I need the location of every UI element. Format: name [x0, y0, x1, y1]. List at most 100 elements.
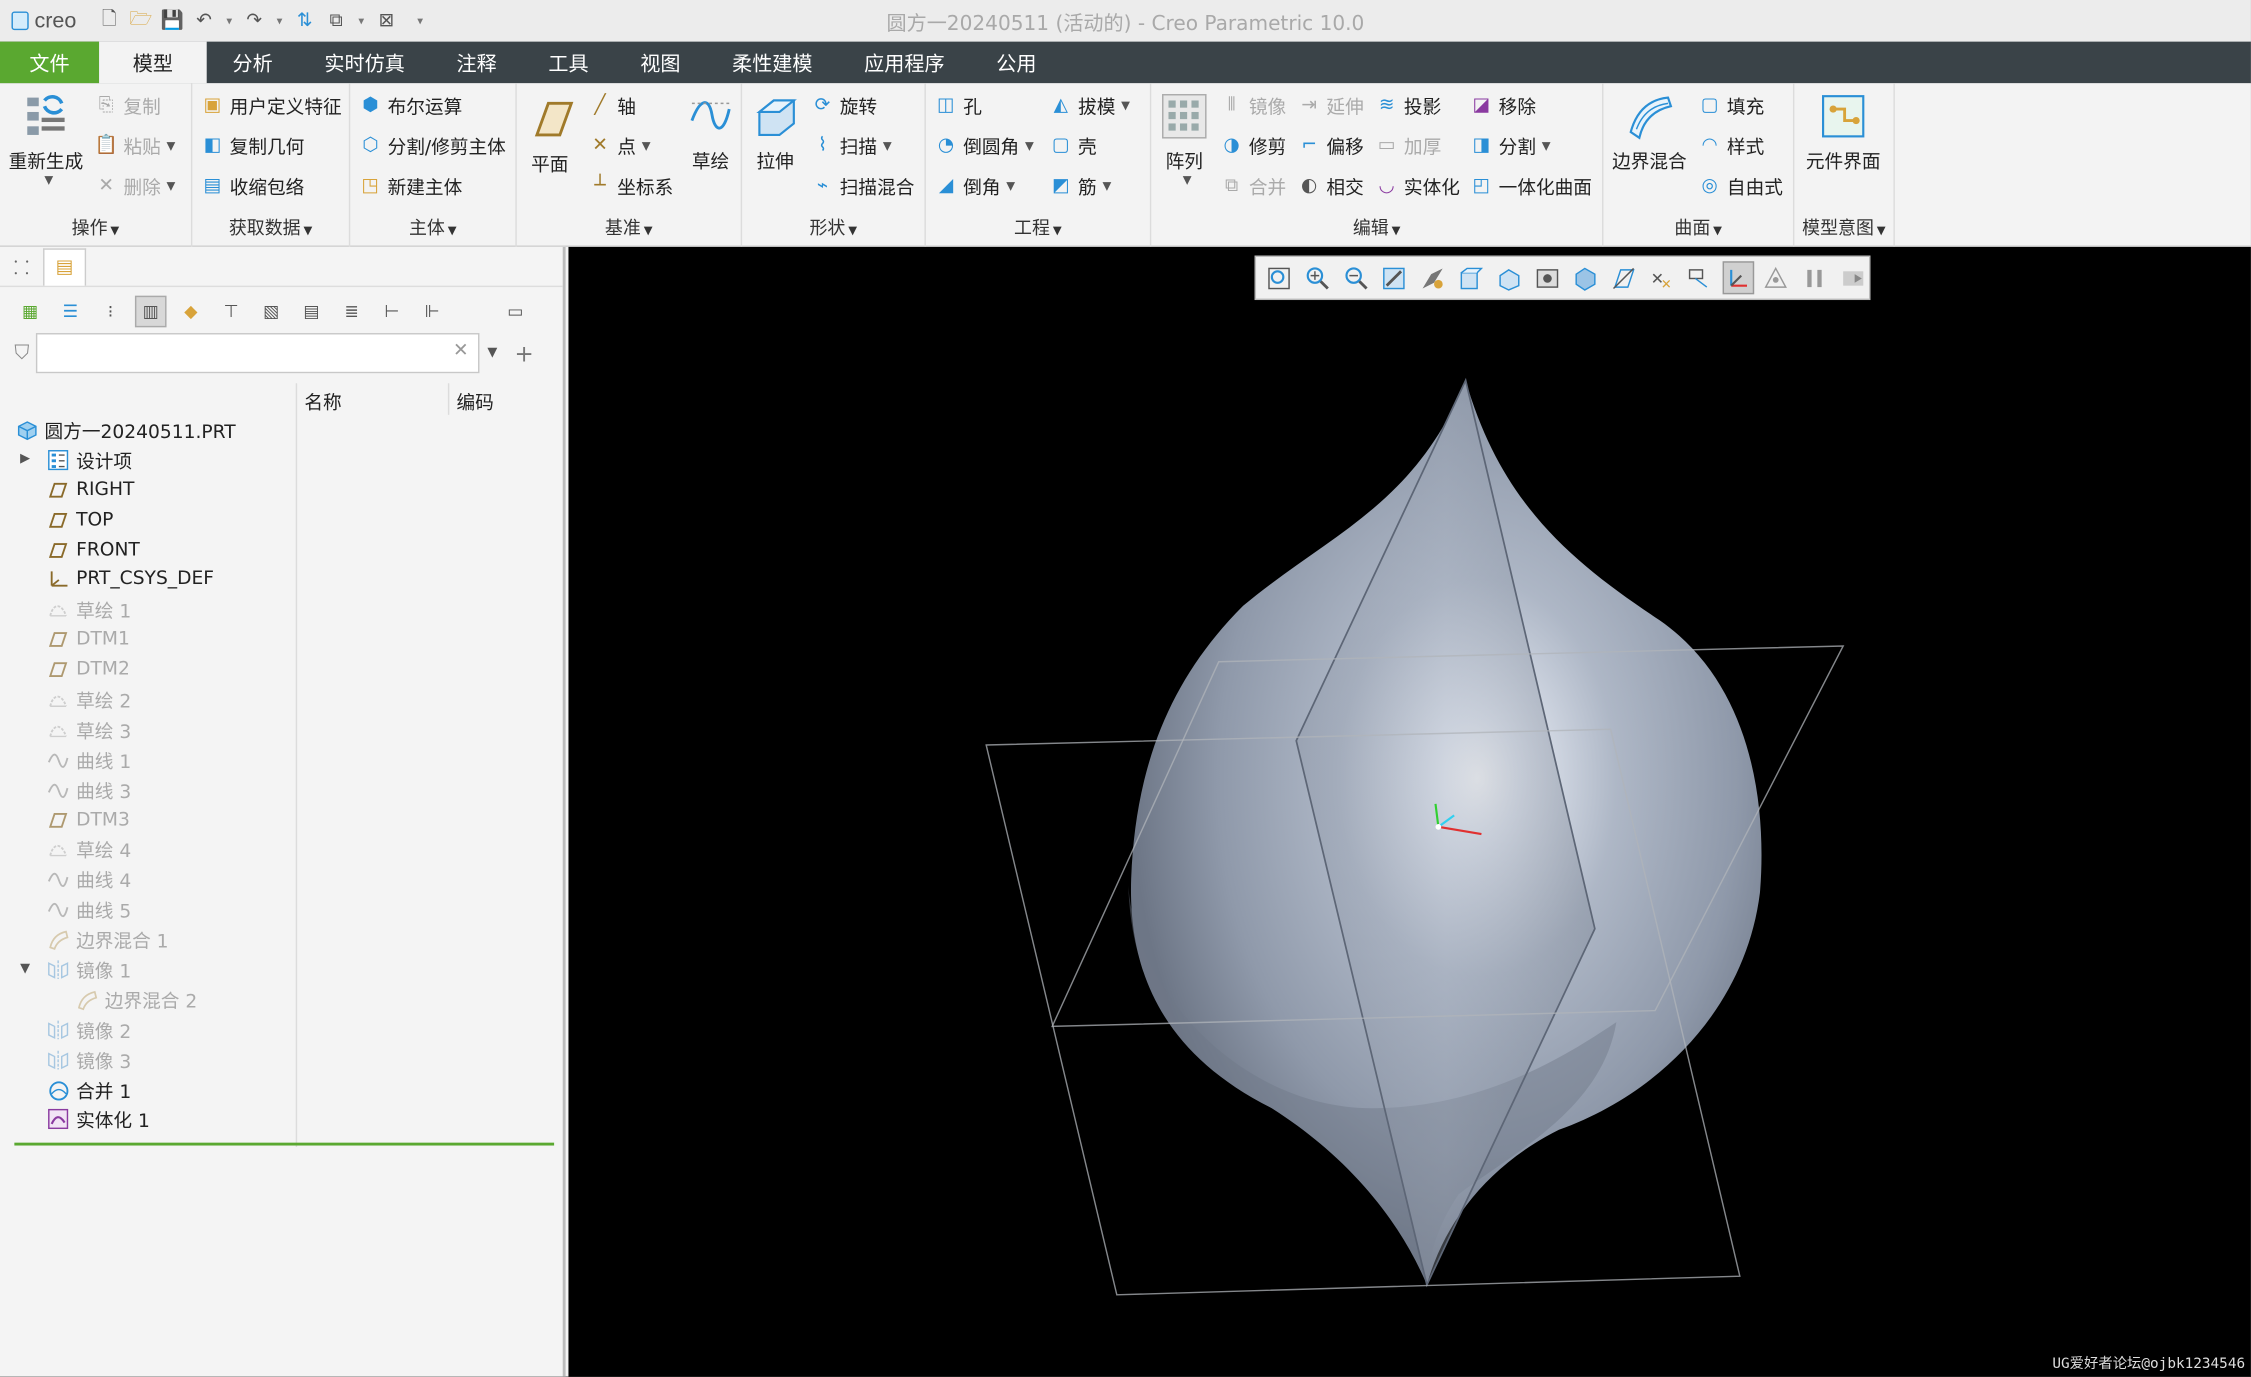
- datum-display-icon[interactable]: [1607, 261, 1639, 294]
- csys-button[interactable]: ┴ 坐标系: [589, 172, 673, 199]
- remove-button[interactable]: ◪ 移除: [1470, 92, 1536, 119]
- undo-dropdown-icon[interactable]: ▾: [223, 8, 236, 34]
- pattern-dropdown-icon[interactable]: ▼: [1183, 174, 1192, 187]
- layers-icon[interactable]: ≣: [336, 295, 368, 327]
- tree-item[interactable]: DTM3: [0, 805, 560, 835]
- saved-orientations-icon[interactable]: [1493, 261, 1525, 294]
- round-button[interactable]: ◔ 倒圆角 ▼: [935, 132, 1034, 159]
- insert-indicator[interactable]: [14, 1142, 555, 1146]
- group-editing-label[interactable]: 编辑 ▼: [1151, 212, 1602, 239]
- tab-annotate[interactable]: 注释: [431, 42, 523, 84]
- tab-flexible-modeling[interactable]: 柔性建模: [706, 42, 838, 84]
- undo-icon[interactable]: ↶: [191, 8, 217, 34]
- sketch-button[interactable]: 草绘: [686, 92, 735, 174]
- point-button[interactable]: ✕ 点 ▼: [589, 132, 650, 159]
- tree-item[interactable]: ▶ 设计项: [0, 445, 560, 475]
- tree-item[interactable]: 曲线 5: [0, 895, 560, 925]
- tree-item[interactable]: 镜像 2: [0, 1015, 560, 1045]
- windows-icon[interactable]: ⧉: [323, 8, 349, 34]
- zoom-out-icon[interactable]: [1340, 261, 1372, 294]
- view-manager-icon[interactable]: [1531, 261, 1563, 294]
- split-trim-body-button[interactable]: ⬡ 分割/修剪主体: [359, 132, 506, 159]
- spin-center-icon[interactable]: [1760, 261, 1792, 294]
- intersect-button[interactable]: ◐ 相交: [1298, 172, 1364, 199]
- plane-button[interactable]: 平面: [525, 95, 574, 177]
- csys-display-icon[interactable]: [1721, 261, 1755, 295]
- tree-item[interactable]: 镜像 3: [0, 1045, 560, 1075]
- pause-icon[interactable]: [1798, 261, 1830, 294]
- chamfer-button[interactable]: ◢ 倒角 ▼: [935, 172, 1015, 199]
- delete-button[interactable]: ✕ 删除 ▼: [95, 172, 175, 199]
- tab-analysis[interactable]: 分析: [207, 42, 299, 84]
- point-display-icon[interactable]: ✕ ✕: [1645, 261, 1677, 294]
- new-file-icon[interactable]: 🗋: [96, 8, 122, 34]
- model-view[interactable]: [568, 247, 2250, 1377]
- tree-table-icon[interactable]: ▥: [134, 294, 167, 327]
- copy-button[interactable]: ⎘ 复制: [95, 92, 161, 119]
- add-filter-icon[interactable]: +: [515, 339, 534, 366]
- column-name-header[interactable]: 名称: [304, 388, 341, 415]
- shell-button[interactable]: ▢ 壳: [1049, 132, 1097, 159]
- tree-item[interactable]: RIGHT: [0, 475, 560, 505]
- collapse-arrow-icon[interactable]: ▼: [20, 962, 30, 976]
- model-tree-tab-icon[interactable]: ⸬: [0, 248, 43, 285]
- tree-item[interactable]: 曲线 1: [0, 745, 560, 775]
- column-divider[interactable]: [447, 383, 450, 415]
- graphics-window[interactable]: ✕ ✕ UG爱好者论坛@ojbk1234546: [568, 246, 2251, 1377]
- column-code-header[interactable]: 编码: [456, 388, 493, 415]
- pattern-button[interactable]: 阵列 ▼: [1160, 92, 1209, 187]
- perspective-icon[interactable]: [1416, 261, 1448, 294]
- udf-button[interactable]: ▣ 用户定义特征: [201, 92, 342, 119]
- tab-view[interactable]: 视图: [614, 42, 706, 84]
- layer-tree-tab-icon[interactable]: ▤: [43, 247, 87, 285]
- component-interface-button[interactable]: 元件界面: [1806, 92, 1881, 174]
- tree-item[interactable]: 草绘 3: [0, 715, 560, 745]
- tree-structure-icon[interactable]: ⊩: [416, 295, 448, 327]
- new-body-button[interactable]: ◳ 新建主体: [359, 172, 463, 199]
- group-get-data-label[interactable]: 获取数据 ▼: [192, 212, 348, 239]
- project-button[interactable]: ≋ 投影: [1375, 92, 1441, 119]
- copy-geometry-button[interactable]: ◧ 复制几何: [201, 132, 305, 159]
- repaint-icon[interactable]: [1378, 261, 1410, 294]
- expand-arrow-icon[interactable]: ▶: [20, 453, 30, 467]
- tree-item[interactable]: 边界混合 2: [0, 985, 560, 1015]
- freestyle-button[interactable]: ◎ 自由式: [1698, 172, 1783, 199]
- tab-live-simulation[interactable]: 实时仿真: [299, 42, 431, 84]
- clear-search-icon[interactable]: ✕: [453, 340, 469, 362]
- tree-search-field[interactable]: ✕: [35, 333, 479, 374]
- trim-button[interactable]: ◑ 修剪: [1220, 132, 1287, 159]
- hole-button[interactable]: ◫ 孔: [935, 92, 982, 119]
- tab-model[interactable]: 模型: [99, 41, 207, 84]
- tree-item[interactable]: 实体化 1: [0, 1105, 560, 1135]
- open-folder-icon[interactable]: 🗁: [128, 8, 154, 34]
- merge-button[interactable]: ⧉ 合并: [1220, 172, 1286, 199]
- tab-applications[interactable]: 应用程序: [838, 42, 970, 84]
- tree-item[interactable]: 草绘 4: [0, 835, 560, 865]
- section-icon[interactable]: [1569, 261, 1601, 294]
- redo-icon[interactable]: ↷: [241, 8, 267, 34]
- regenerate-small-icon[interactable]: ⇅: [292, 8, 318, 34]
- revolve-button[interactable]: ⟳ 旋转: [811, 92, 877, 119]
- tree-item[interactable]: 草绘 1: [0, 595, 560, 625]
- tree-hierarchy-icon[interactable]: ⊢: [376, 295, 408, 327]
- rib-button[interactable]: ◩ 筋 ▼: [1049, 172, 1111, 199]
- tree-filter-icon[interactable]: ⊤: [215, 295, 247, 327]
- group-engineering-label[interactable]: 工程 ▼: [926, 212, 1150, 239]
- group-datum-label[interactable]: 基准 ▼: [517, 212, 741, 239]
- tab-tools[interactable]: 工具: [523, 42, 615, 84]
- mirror-button[interactable]: ⫴ 镜像: [1220, 92, 1286, 119]
- close-window-icon[interactable]: ⊠: [373, 8, 399, 34]
- tree-item[interactable]: DTM2: [0, 655, 560, 685]
- swept-blend-button[interactable]: ⌁ 扫描混合: [811, 172, 915, 199]
- boundary-blend-button[interactable]: 边界混合: [1612, 92, 1687, 174]
- extrude-button[interactable]: 拉伸: [751, 92, 800, 174]
- tree-display-icon[interactable]: ▧: [256, 295, 288, 327]
- customize-qat-icon[interactable]: ▾: [414, 8, 427, 34]
- split-button[interactable]: ◨ 分割 ▼: [1470, 132, 1551, 159]
- group-surfaces-label[interactable]: 曲面 ▼: [1603, 212, 1792, 239]
- shrinkwrap-button[interactable]: ▤ 收缩包络: [201, 172, 305, 199]
- tree-item[interactable]: 草绘 2: [0, 685, 560, 715]
- boolean-button[interactable]: ⬢ 布尔运算: [359, 92, 462, 119]
- tree-item[interactable]: TOP: [0, 505, 560, 535]
- tree-expand-icon[interactable]: ▤: [296, 295, 328, 327]
